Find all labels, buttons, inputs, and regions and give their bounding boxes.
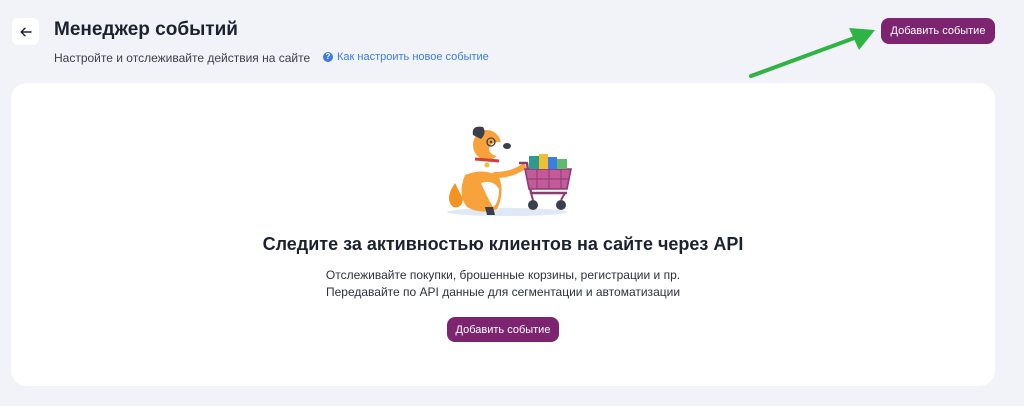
page-title: Менеджер событий (54, 19, 238, 40)
help-link[interactable]: ? Как настроить новое событие (323, 51, 489, 63)
question-circle-icon: ? (323, 52, 333, 62)
add-event-button[interactable]: Добавить событие (447, 317, 559, 342)
back-button[interactable] (12, 18, 39, 45)
empty-state-title: Следите за активностью клиентов на сайте… (262, 234, 744, 254)
arrow-left-icon (20, 27, 32, 36)
help-link-label: Как настроить новое событие (337, 51, 489, 63)
page-subtitle: Настройте и отслеживайте действия на сай… (54, 51, 311, 65)
empty-state-card: Следите за активностью клиентов на сайте… (11, 83, 995, 386)
dog-with-cart-illustration (447, 126, 572, 216)
green-arrow-annotation (749, 28, 875, 78)
add-event-button-top[interactable]: Добавить событие (881, 18, 995, 44)
empty-state-line-1: Отслеживайте покупки, брошенные корзины,… (325, 268, 681, 282)
empty-state-line-2: Передавайте по API данные для сегментаци… (325, 285, 681, 299)
